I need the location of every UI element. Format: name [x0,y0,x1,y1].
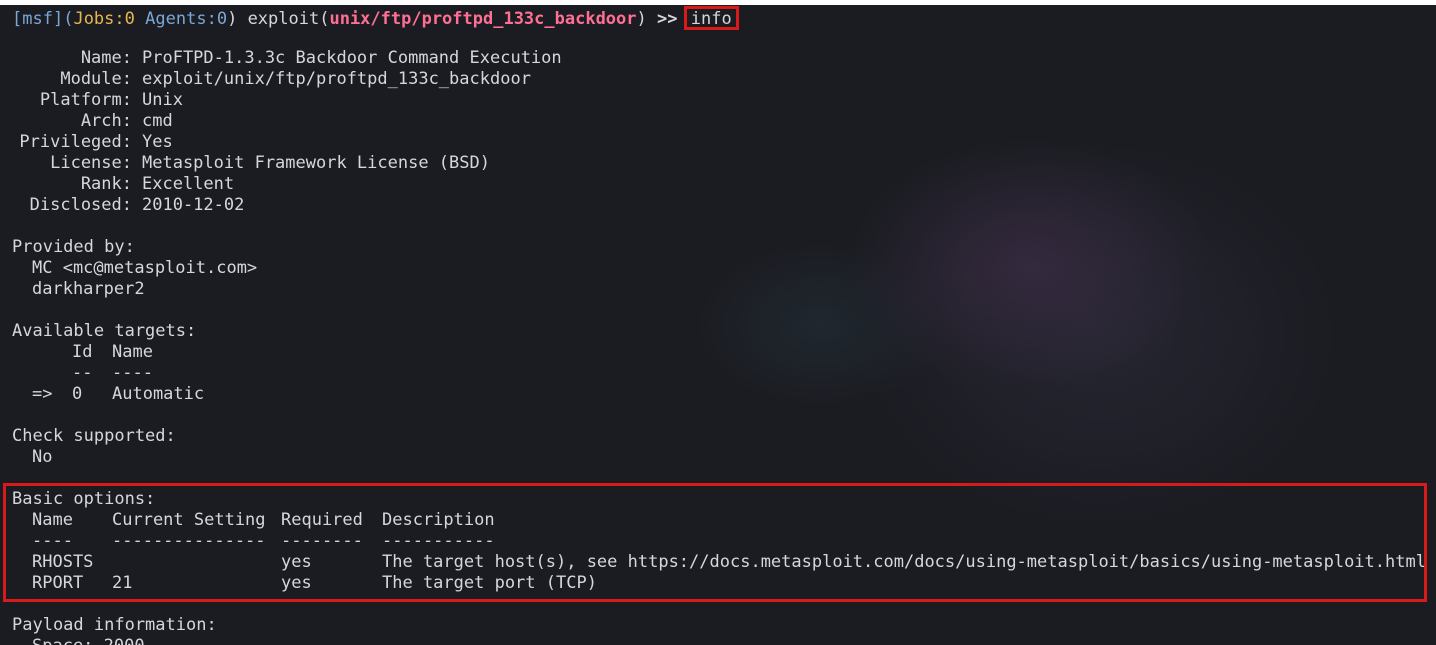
jobs-count: 0 [124,9,135,29]
prompt-line: [msf](Jobs:0 Agents:0) exploit(unix/ftp/… [12,6,739,30]
terminal-window[interactable]: [msf](Jobs:0 Agents:0) exploit(unix/ftp/… [0,5,1436,645]
options-sep-name: ---- [32,531,73,551]
command-input[interactable]: info [683,6,739,30]
targets-header-row: Id Name [12,342,312,363]
info-license-label: License: [50,153,132,173]
info-privileged-label: Privileged: [19,132,132,152]
options-sep-setting: --------------- [112,531,266,551]
option-description: The target port (TCP) [382,573,597,593]
info-platform-value: Unix [142,90,183,110]
options-separator-row: ---- --------------- -------- ----------- [12,531,1412,552]
info-disclosed-value: 2010-12-02 [142,195,245,215]
jobs-label: Jobs [73,9,115,29]
info-platform-label: Platform: [39,90,132,110]
table-row: RPORT 21 yes The target port (TCP) [12,573,1412,594]
info-module-label: Module: [60,69,132,89]
author-entry: MC <mc@metasploit.com> [32,258,258,278]
targets-sep-name: ---- [112,363,153,383]
info-arch-value: cmd [142,111,173,131]
info-arch-label: Arch: [80,111,132,131]
agents-count: 0 [216,9,228,29]
options-col-setting: Current Setting [112,510,266,530]
options-sep-required: -------- [281,531,363,551]
basic-options-heading: Basic options: [12,489,156,509]
agents-label: Agents [145,9,207,29]
info-name-label: Name: [80,48,132,68]
targets-sep-id: -- [72,363,93,383]
info-rank-value: Excellent [142,174,235,194]
option-name: RPORT [32,573,84,593]
target-name: Automatic [112,384,205,404]
targets-heading: Available targets: [12,321,197,341]
check-heading: Check supported: [12,426,176,446]
info-name-value: ProFTPD-1.3.3c Backdoor Command Executio… [142,48,562,68]
target-id: 0 [72,384,83,404]
options-col-required: Required [281,510,363,530]
info-rank-label: Rank: [80,174,132,194]
prompt-arrows: >> [657,9,678,29]
msf-label: msf [22,9,53,29]
provided-by-heading: Provided by: [12,237,135,257]
option-required: yes [281,573,312,593]
option-name: RHOSTS [32,552,94,572]
options-col-description: Description [382,510,495,530]
info-license-value: Metasploit Framework License (BSD) [142,153,490,173]
targets-col-name: Name [112,342,153,362]
options-header-row: Name Current Setting Required Description [12,510,1412,531]
payload-heading: Payload information: [12,615,217,635]
payload-space: Space: 2000 [32,636,145,645]
prompt-context: exploit [247,9,320,29]
table-row: RHOSTS yes The target host(s), see https:/… [12,552,1426,573]
option-setting: 21 [112,573,133,593]
active-module: unix/ftp/proftpd_133c_backdoor [329,9,637,29]
options-sep-description: ----------- [382,531,495,551]
options-col-name: Name [32,510,73,530]
author-entry: darkharper2 [32,279,145,299]
info-module-value: exploit/unix/ftp/proftpd_133c_backdoor [142,69,531,89]
selected-target-marker: => [32,384,53,404]
targets-separator-row: -- ---- [12,363,312,384]
info-disclosed-label: Disclosed: [29,195,132,215]
option-description: The target host(s), see https://docs.met… [382,552,1426,572]
check-value: No [32,447,53,467]
info-privileged-value: Yes [142,132,173,152]
option-required: yes [281,552,312,572]
targets-col-id: Id [72,342,93,362]
table-row: => 0 Automatic [12,384,312,405]
